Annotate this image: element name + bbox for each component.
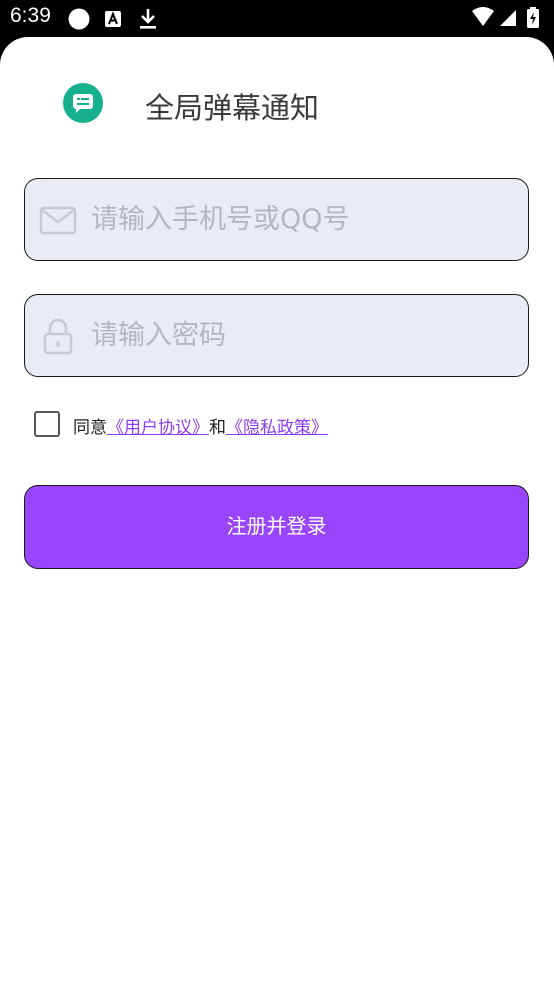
app-title: 全局弹幕通知 bbox=[145, 91, 320, 125]
agreement-text: 同意《用户协议》和《隐私政策》 bbox=[73, 413, 328, 438]
privacy-policy-link[interactable]: 《隐私政策》 bbox=[226, 418, 328, 438]
password-input[interactable] bbox=[91, 295, 511, 375]
signal-icon bbox=[500, 10, 516, 26]
agreement-prefix: 同意 bbox=[73, 418, 107, 438]
password-field[interactable] bbox=[24, 294, 529, 377]
wifi-icon bbox=[472, 7, 494, 26]
circle-notification-icon bbox=[68, 8, 90, 30]
lock-icon bbox=[43, 318, 73, 355]
status-time: 6:39 bbox=[10, 4, 51, 27]
battery-charging-icon bbox=[527, 7, 539, 28]
login-sheet: 全局弹幕通知 同意《用户协议》和《隐私政策》 注册并登录 bbox=[0, 37, 554, 984]
status-right-icons bbox=[472, 7, 539, 28]
agreement-checkbox[interactable] bbox=[34, 411, 60, 437]
app-logo bbox=[63, 83, 103, 123]
agreement-conjunction: 和 bbox=[209, 418, 226, 438]
account-input[interactable] bbox=[91, 179, 511, 259]
mail-icon bbox=[39, 206, 77, 235]
download-icon bbox=[140, 9, 156, 29]
status-left-icons bbox=[68, 8, 156, 30]
font-a-icon bbox=[105, 11, 121, 27]
register-login-button[interactable]: 注册并登录 bbox=[24, 485, 529, 569]
status-bar: 6:39 bbox=[0, 0, 554, 37]
message-bubble-icon bbox=[73, 94, 93, 113]
user-agreement-link[interactable]: 《用户协议》 bbox=[107, 418, 209, 438]
account-field[interactable] bbox=[24, 178, 529, 261]
